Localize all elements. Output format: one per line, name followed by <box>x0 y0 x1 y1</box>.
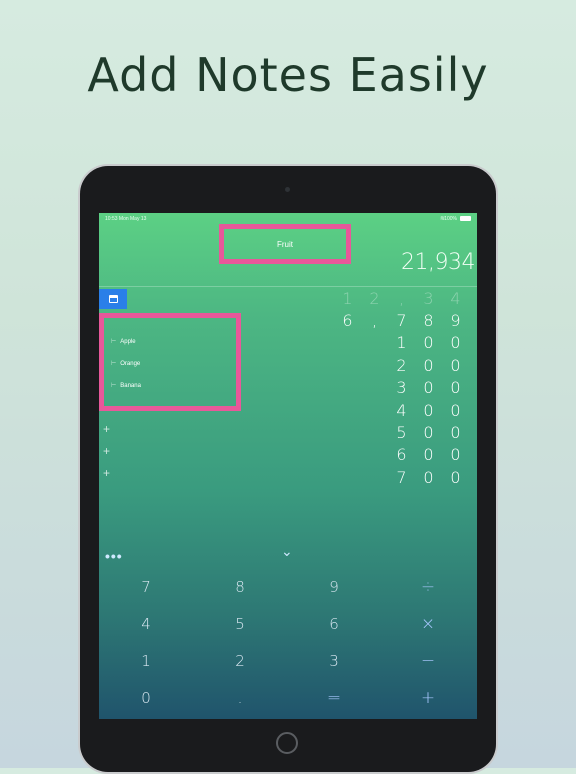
entry-row[interactable]: 3 0 0 <box>269 377 469 399</box>
note-item[interactable]: ⊢ Apple <box>111 338 136 345</box>
digit: , <box>398 288 405 308</box>
add-note-button[interactable]: + <box>103 466 110 480</box>
digit: 2 <box>396 355 407 375</box>
digit: 0 <box>450 333 461 353</box>
entry-row[interactable]: 6 0 0 <box>269 444 469 466</box>
digit: 0 <box>450 423 461 443</box>
digit: 6 <box>396 445 407 465</box>
digit: 4 <box>396 400 407 420</box>
key-7[interactable]: 7 <box>99 568 193 605</box>
entry-row[interactable]: 4 0 0 <box>269 399 469 421</box>
key-1[interactable]: 1 <box>99 642 193 679</box>
digit: 0 <box>423 355 434 375</box>
note-title[interactable]: Fruit <box>219 224 351 264</box>
key-9[interactable]: 9 <box>287 568 381 605</box>
more-icon[interactable]: ••• <box>105 548 123 564</box>
key-2[interactable]: 2 <box>193 642 287 679</box>
digit: 4 <box>450 288 461 308</box>
note-text: Orange <box>120 361 141 367</box>
keypad: 7 8 9 ÷ 4 5 6 × 1 2 3 − 0 . = + <box>99 568 477 716</box>
headline: Add Notes Easily <box>87 48 489 102</box>
battery-icon <box>460 216 471 221</box>
key-decimal[interactable]: . <box>193 679 287 716</box>
note-item[interactable]: ⊢ Orange <box>111 360 140 367</box>
notes-highlight: ⊢ Apple ⊢ Orange ⊢ Banana <box>99 313 241 411</box>
key-3[interactable]: 3 <box>287 642 381 679</box>
digit: 2 <box>369 288 380 308</box>
calendar-button[interactable] <box>99 289 127 309</box>
key-8[interactable]: 8 <box>193 568 287 605</box>
digit: 8 <box>423 311 434 331</box>
note-item[interactable]: ⊢ Banana <box>111 382 141 389</box>
digit: 0 <box>423 423 434 443</box>
key-5[interactable]: 5 <box>193 605 287 642</box>
tree-branch-icon: ⊢ <box>111 339 117 345</box>
entry-row[interactable]: 1 0 0 <box>269 332 469 354</box>
key-plus[interactable]: + <box>381 679 475 716</box>
digit: 6 <box>342 311 353 331</box>
digit: 0 <box>450 400 461 420</box>
note-text: Banana <box>120 383 141 389</box>
total-display: 21,934 <box>401 250 475 275</box>
key-minus[interactable]: − <box>381 642 475 679</box>
note-text: Apple <box>120 339 136 345</box>
digit: , <box>371 311 378 331</box>
digit: 0 <box>423 467 434 487</box>
entry-rows: 1 2 , 3 4 6 , 7 8 9 1 0 0 2 0 0 3 0 0 4 … <box>269 287 469 489</box>
status-time: 10:53 Mon May 13 <box>105 216 147 222</box>
digit: 0 <box>423 378 434 398</box>
entry-row[interactable]: 5 0 0 <box>269 421 469 443</box>
note-title-text: Fruit <box>277 239 293 249</box>
status-bar: 10:53 Mon May 13 ≋ 100% <box>99 213 477 223</box>
digit: 1 <box>342 288 353 308</box>
key-0[interactable]: 0 <box>99 679 193 716</box>
key-equals[interactable]: = <box>287 679 381 716</box>
digit: 7 <box>396 311 407 331</box>
digit: 0 <box>423 333 434 353</box>
digit: 1 <box>396 333 407 353</box>
digit: 0 <box>450 355 461 375</box>
digit: 0 <box>450 467 461 487</box>
digit: 0 <box>423 400 434 420</box>
key-multiply[interactable]: × <box>381 605 475 642</box>
digit: 5 <box>396 423 407 443</box>
add-note-button[interactable]: + <box>103 444 110 458</box>
digit: 0 <box>423 445 434 465</box>
entry-row[interactable]: 6 , 7 8 9 <box>269 309 469 331</box>
battery-text: 100% <box>444 216 457 222</box>
tree-branch-icon: ⊢ <box>111 383 117 389</box>
digit: 9 <box>450 311 461 331</box>
key-divide[interactable]: ÷ <box>381 568 475 605</box>
digit: 0 <box>450 378 461 398</box>
digit: 7 <box>396 467 407 487</box>
entry-row[interactable]: 1 2 , 3 4 <box>269 287 469 309</box>
entry-row[interactable]: 7 0 0 <box>269 466 469 488</box>
home-button[interactable] <box>276 732 298 754</box>
key-6[interactable]: 6 <box>287 605 381 642</box>
chevron-down-icon[interactable]: ⌄ <box>281 543 293 560</box>
calendar-icon <box>108 295 118 303</box>
add-note-button[interactable]: + <box>103 422 110 436</box>
digit: 3 <box>423 288 434 308</box>
key-4[interactable]: 4 <box>99 605 193 642</box>
tree-branch-icon: ⊢ <box>111 361 117 367</box>
app-screen: 10:53 Mon May 13 ≋ 100% Fruit 21,934 1 2… <box>99 213 477 719</box>
digit: 3 <box>396 378 407 398</box>
camera-icon <box>285 187 290 192</box>
digit: 0 <box>450 445 461 465</box>
entry-row[interactable]: 2 0 0 <box>269 354 469 376</box>
